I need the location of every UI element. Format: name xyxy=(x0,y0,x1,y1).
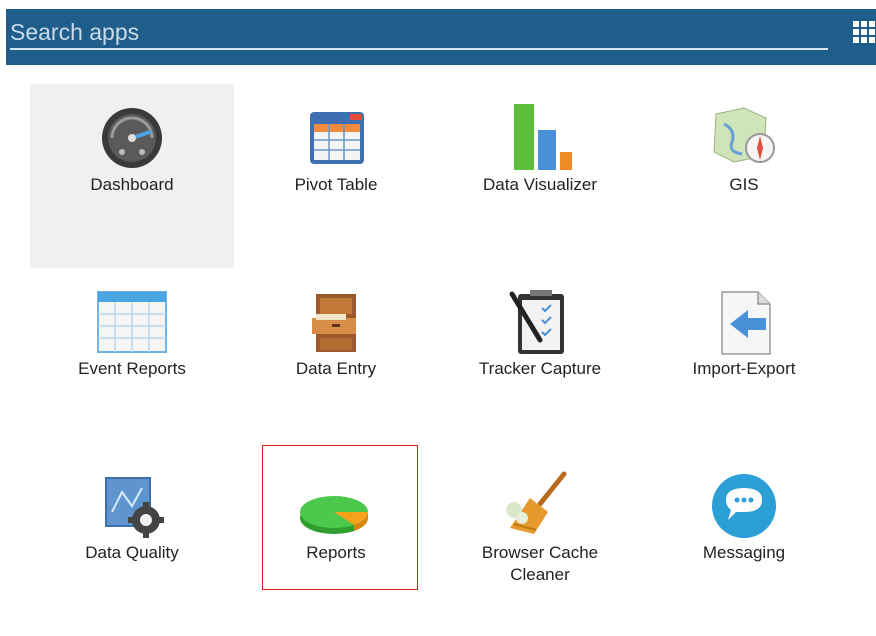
app-label: Dashboard xyxy=(90,175,174,194)
pivot-table-icon xyxy=(310,112,364,164)
event-reports-icon xyxy=(97,291,167,353)
tracker-capture-icon xyxy=(509,290,564,354)
app-label: Data Quality xyxy=(85,543,179,562)
data-quality-icon xyxy=(105,477,164,538)
app-tile-pivot-table[interactable]: Pivot Table xyxy=(234,84,438,268)
app-tile-data-quality[interactable]: Data Quality xyxy=(30,452,234,636)
app-label: Data Visualizer xyxy=(482,175,598,194)
app-tile-tracker-capture[interactable]: Tracker Capture xyxy=(438,268,642,452)
app-search-bar xyxy=(6,9,876,65)
browser-cache-cleaner-icon xyxy=(506,471,567,534)
app-tile-browser-cache-cleaner[interactable]: Browser Cache Cleaner xyxy=(438,452,642,636)
app-tile-data-entry[interactable]: Data Entry xyxy=(234,268,438,452)
app-tile-data-visualizer[interactable]: Data Visualizer xyxy=(438,84,642,268)
app-tile-dashboard[interactable]: Dashboard xyxy=(30,84,234,268)
app-label: Import-Export xyxy=(692,359,796,378)
app-label: GIS xyxy=(729,175,759,194)
app-tile-import-export[interactable]: Import-Export xyxy=(642,268,846,452)
data-visualizer-icon xyxy=(514,104,572,170)
app-label: Browser Cache Cleaner xyxy=(481,543,599,584)
app-label: Tracker Capture xyxy=(478,359,602,378)
app-tile-event-reports[interactable]: Event Reports xyxy=(30,268,234,452)
app-tile-messaging[interactable]: Messaging xyxy=(642,452,846,636)
data-entry-icon xyxy=(312,294,356,352)
gis-icon xyxy=(713,107,775,163)
search-apps-input[interactable] xyxy=(10,16,828,50)
app-label: Pivot Table xyxy=(294,175,378,194)
app-label: Messaging xyxy=(702,543,786,562)
dashboard-icon xyxy=(102,108,162,168)
app-label: Data Entry xyxy=(295,359,377,378)
apps-menu-icon[interactable] xyxy=(853,21,875,43)
app-tile-gis[interactable]: GIS xyxy=(642,84,846,268)
messaging-icon xyxy=(712,474,776,538)
import-export-icon xyxy=(721,291,771,355)
app-label: Event Reports xyxy=(78,359,186,378)
selection-highlight xyxy=(262,445,418,590)
